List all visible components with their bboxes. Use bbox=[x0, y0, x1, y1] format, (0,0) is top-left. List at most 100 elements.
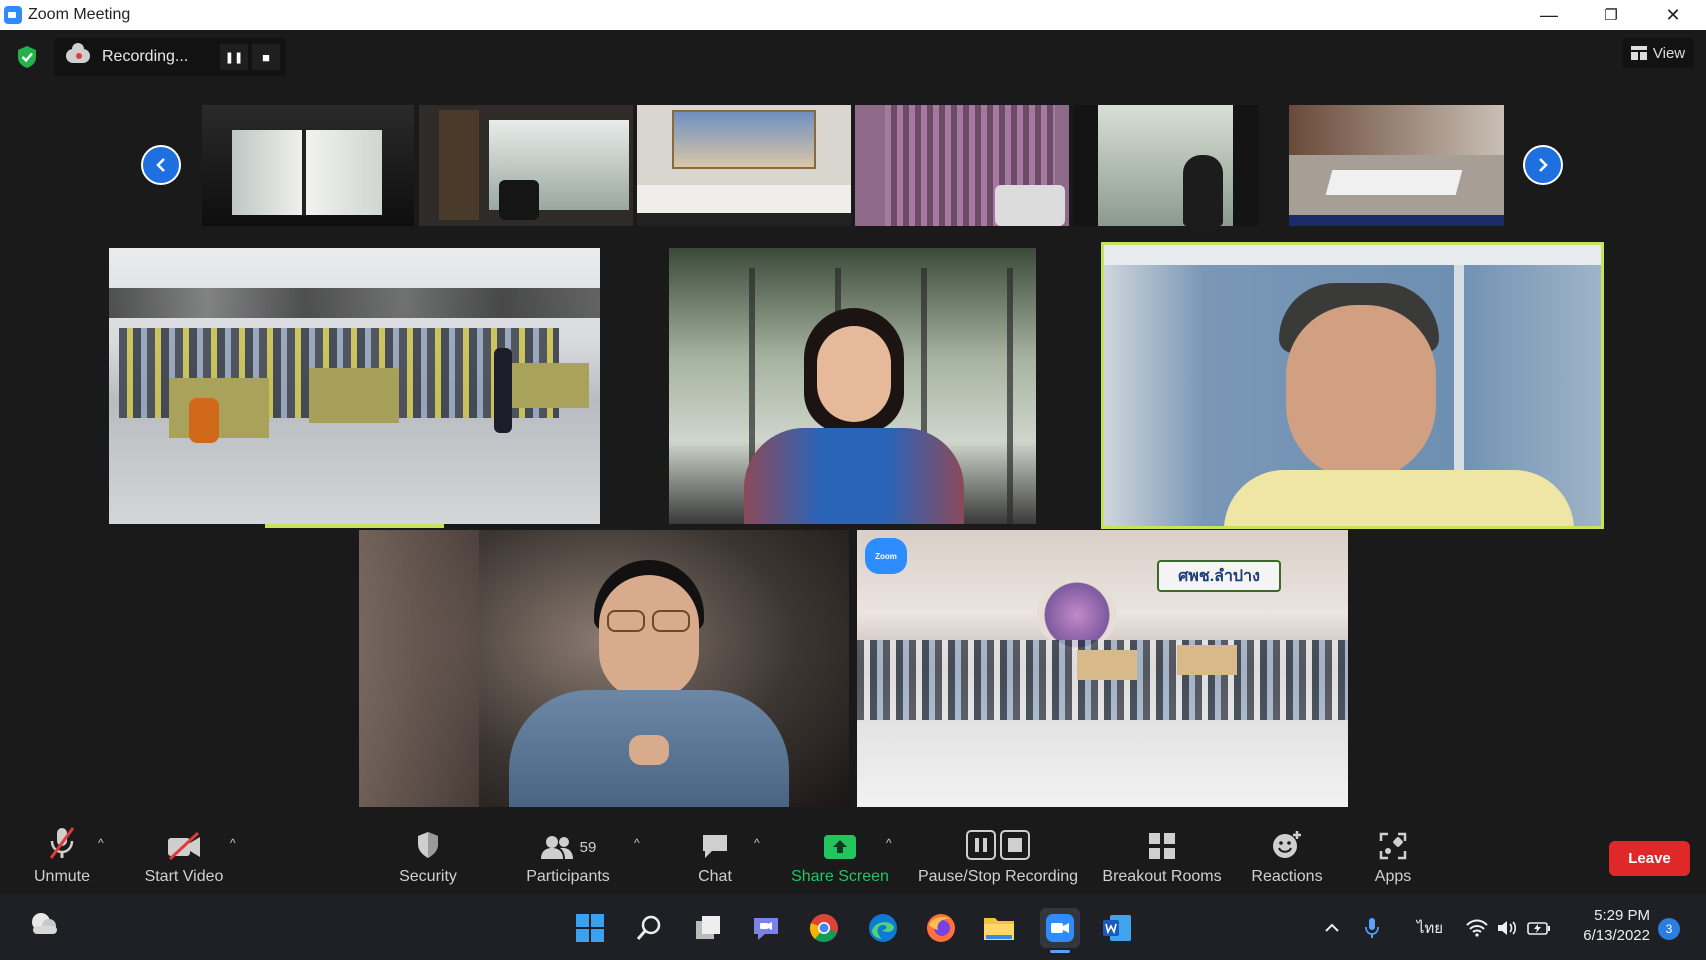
participant-thumbnail[interactable] bbox=[855, 105, 1069, 226]
firefox-taskbar-button[interactable] bbox=[923, 910, 959, 946]
share-screen-button[interactable]: Share Screen bbox=[786, 818, 894, 895]
teams-chat-icon bbox=[754, 918, 778, 940]
breakout-rooms-label: Breakout Rooms bbox=[1102, 868, 1222, 885]
task-view-icon bbox=[696, 916, 720, 939]
pause-stop-recording-label: Pause/Stop Recording bbox=[917, 868, 1079, 885]
chat-button[interactable]: Chat bbox=[680, 818, 750, 895]
start-button[interactable] bbox=[572, 910, 608, 946]
speaker-volume-icon bbox=[1498, 921, 1517, 935]
task-view-button[interactable] bbox=[690, 910, 726, 946]
participant-thumbnail[interactable] bbox=[1289, 105, 1504, 226]
edge-taskbar-button[interactable] bbox=[865, 910, 901, 946]
video-tile-hall[interactable] bbox=[109, 248, 600, 524]
participants-count: 59 bbox=[579, 839, 597, 856]
audio-level-bar bbox=[265, 524, 444, 528]
next-page-button[interactable] bbox=[1523, 145, 1563, 185]
close-button[interactable]: ✕ bbox=[1644, 0, 1702, 30]
weather-cloud-icon bbox=[32, 913, 57, 934]
view-button[interactable]: View bbox=[1622, 38, 1694, 68]
participant-thumbnail[interactable] bbox=[637, 105, 851, 226]
taskbar-clock[interactable]: 5:29 PM 6/13/2022 bbox=[1560, 906, 1650, 946]
unmute-label: Unmute bbox=[33, 868, 91, 885]
recording-status: Recording... bbox=[102, 48, 189, 65]
show-hidden-icons-button[interactable] bbox=[1320, 910, 1344, 946]
chevron-right-icon bbox=[1539, 158, 1548, 172]
clock-date: 6/13/2022 bbox=[1583, 927, 1650, 944]
windows-logo-icon bbox=[576, 914, 604, 942]
taskbar-search-button[interactable] bbox=[631, 910, 667, 946]
video-tile-lampang-hall[interactable]: Zoom ศพช.ลำปาง bbox=[857, 530, 1348, 807]
chrome-taskbar-button[interactable] bbox=[806, 910, 842, 946]
firefox-icon bbox=[927, 914, 955, 942]
battery-tray-button[interactable] bbox=[1524, 910, 1554, 946]
microphone-tray-button[interactable] bbox=[1360, 910, 1384, 946]
start-video-button[interactable]: Start Video bbox=[136, 818, 232, 895]
teams-chat-button[interactable] bbox=[748, 910, 784, 946]
reactions-button[interactable]: Reactions bbox=[1246, 818, 1328, 895]
previous-page-button[interactable] bbox=[141, 145, 181, 185]
word-taskbar-button[interactable] bbox=[1099, 910, 1135, 946]
word-icon bbox=[1103, 915, 1131, 941]
video-tile-active-speaker[interactable] bbox=[1101, 242, 1604, 529]
video-options-caret[interactable]: ^ bbox=[230, 836, 236, 850]
restore-button[interactable]: ❐ bbox=[1582, 0, 1640, 30]
pause-recording-button[interactable]: ❚❚ bbox=[220, 44, 248, 70]
chat-bubble-icon bbox=[703, 835, 727, 858]
clock-time: 5:29 PM bbox=[1594, 907, 1650, 924]
participants-button[interactable]: 59 Participants bbox=[520, 818, 616, 895]
windows-taskbar bbox=[0, 895, 1706, 960]
security-label: Security bbox=[399, 868, 457, 885]
audio-options-caret[interactable]: ^ bbox=[98, 836, 104, 850]
share-options-caret[interactable]: ^ bbox=[886, 836, 892, 850]
share-screen-label: Share Screen bbox=[791, 868, 889, 885]
grid-view-icon bbox=[1630, 46, 1647, 60]
video-tile-presenter[interactable] bbox=[669, 248, 1036, 524]
video-tile-participant[interactable] bbox=[359, 530, 849, 807]
apps-button[interactable]: Apps bbox=[1362, 818, 1424, 895]
notification-badge[interactable]: 3 bbox=[1658, 918, 1680, 940]
start-video-label: Start Video bbox=[144, 868, 224, 885]
reactions-label: Reactions bbox=[1251, 868, 1323, 885]
participant-thumbnail[interactable] bbox=[1073, 105, 1259, 226]
share-screen-icon bbox=[824, 835, 856, 859]
microphone-icon bbox=[1365, 918, 1379, 938]
pause-stop-recording-button[interactable]: Pause/Stop Recording bbox=[912, 818, 1084, 895]
active-app-indicator bbox=[1050, 950, 1070, 953]
apps-icon bbox=[1379, 832, 1407, 860]
volume-tray-button[interactable] bbox=[1492, 910, 1522, 946]
chrome-icon bbox=[809, 914, 838, 942]
zoom-logo-icon bbox=[4, 6, 22, 24]
minimize-button[interactable]: — bbox=[1520, 0, 1578, 30]
file-explorer-taskbar-button[interactable] bbox=[981, 910, 1017, 946]
pause-icon bbox=[966, 830, 996, 860]
weather-widget[interactable] bbox=[26, 906, 62, 942]
microphone-muted-icon bbox=[49, 827, 75, 859]
participants-label: Participants bbox=[526, 868, 610, 885]
leave-button[interactable]: Leave bbox=[1609, 841, 1690, 876]
wifi-icon bbox=[1466, 919, 1488, 937]
wifi-tray-button[interactable] bbox=[1462, 910, 1492, 946]
participant-thumbnail[interactable] bbox=[419, 105, 633, 226]
zoom-taskbar-button[interactable] bbox=[1040, 908, 1080, 948]
video-camera-off-icon bbox=[168, 832, 200, 860]
chevron-left-icon bbox=[156, 158, 165, 172]
chat-options-caret[interactable]: ^ bbox=[754, 836, 760, 850]
breakout-rooms-icon bbox=[1149, 833, 1175, 859]
participant-thumbnail[interactable] bbox=[202, 105, 414, 226]
window-title: Zoom Meeting bbox=[28, 6, 131, 23]
participants-options-caret[interactable]: ^ bbox=[634, 836, 640, 850]
input-language-indicator[interactable]: ไทย bbox=[1410, 910, 1450, 946]
zoom-badge: Zoom bbox=[865, 538, 907, 574]
cloud-recording-icon bbox=[66, 43, 90, 63]
security-button[interactable]: Security bbox=[390, 818, 466, 895]
battery-charging-icon bbox=[1527, 922, 1550, 935]
zoom-app-icon bbox=[1046, 914, 1074, 942]
stop-recording-button[interactable]: ■ bbox=[252, 44, 280, 70]
unmute-button[interactable]: Unmute bbox=[26, 818, 98, 895]
search-icon bbox=[636, 915, 661, 940]
encryption-shield-icon[interactable] bbox=[14, 44, 40, 70]
folder-icon bbox=[984, 918, 1014, 940]
reactions-smiley-icon bbox=[1273, 831, 1301, 858]
breakout-rooms-button[interactable]: Breakout Rooms bbox=[1096, 818, 1228, 895]
apps-label: Apps bbox=[1374, 868, 1412, 885]
